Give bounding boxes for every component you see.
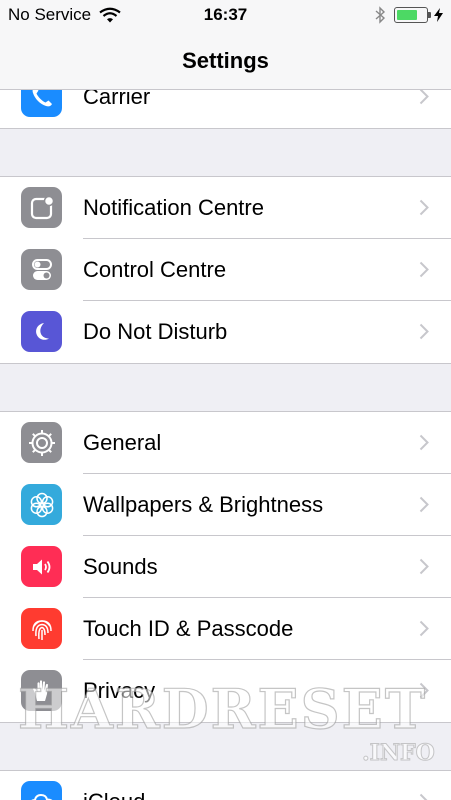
settings-row-control-centre[interactable]: Control Centre xyxy=(0,239,451,301)
battery-icon xyxy=(394,7,431,23)
chevron-right-icon xyxy=(419,620,429,637)
status-right xyxy=(374,6,443,24)
settings-row-sounds[interactable]: Sounds xyxy=(0,536,451,598)
gear-icon xyxy=(21,422,62,463)
settings-row-label: Do Not Disturb xyxy=(83,319,228,344)
moon-icon xyxy=(21,311,62,352)
settings-screen: No Service 16:37 Settings Carrier Notifi… xyxy=(0,0,451,800)
settings-row-general[interactable]: General xyxy=(0,412,451,474)
chevron-right-icon xyxy=(419,793,428,800)
settings-row-label: Notification Centre xyxy=(83,195,264,220)
notification-centre-icon xyxy=(21,187,62,228)
flower-icon xyxy=(21,484,62,525)
watermark: HARDRESET xyxy=(17,676,427,741)
settings-row-wallpapers-brightness[interactable]: Wallpapers & Brightness xyxy=(0,474,451,536)
chevron-right-icon xyxy=(419,261,429,278)
settings-row-label: Control Centre xyxy=(83,257,227,282)
chevron-right-icon xyxy=(419,496,429,513)
settings-row-label: Touch ID & Passcode xyxy=(83,616,294,641)
status-bar: No Service 16:37 xyxy=(0,0,451,32)
fingerprint-icon xyxy=(21,608,62,649)
settings-row-label: iCloud xyxy=(83,789,145,800)
bluetooth-icon xyxy=(375,6,386,24)
watermark-suffix: .INFO xyxy=(362,740,436,767)
settings-row-label: Wallpapers & Brightness xyxy=(83,492,324,517)
settings-row-label: Sounds xyxy=(83,554,158,579)
settings-row-do-not-disturb[interactable]: Do Not Disturb xyxy=(0,301,451,363)
chevron-right-icon xyxy=(419,199,429,216)
control-centre-icon xyxy=(21,249,62,290)
settings-row-notification-centre[interactable]: Notification Centre xyxy=(0,177,451,239)
chevron-right-icon xyxy=(419,558,429,575)
chevron-right-icon xyxy=(419,88,429,105)
settings-group-icloud: iCloud xyxy=(0,770,451,800)
chevron-right-icon xyxy=(419,434,429,451)
charging-icon xyxy=(434,8,443,22)
cloud-icon xyxy=(21,781,62,800)
navigation-bar: Settings xyxy=(0,32,451,90)
chevron-right-icon xyxy=(419,323,429,340)
page-title: Settings xyxy=(182,48,269,73)
settings-group-notifications: Notification Centre Control Centre Do No… xyxy=(0,176,451,364)
battery-level xyxy=(397,10,417,20)
settings-row-label: General xyxy=(83,430,162,455)
speaker-icon xyxy=(21,546,62,587)
settings-row-touch-id-passcode[interactable]: Touch ID & Passcode xyxy=(0,598,451,660)
settings-row-icloud[interactable]: iCloud xyxy=(0,771,451,800)
